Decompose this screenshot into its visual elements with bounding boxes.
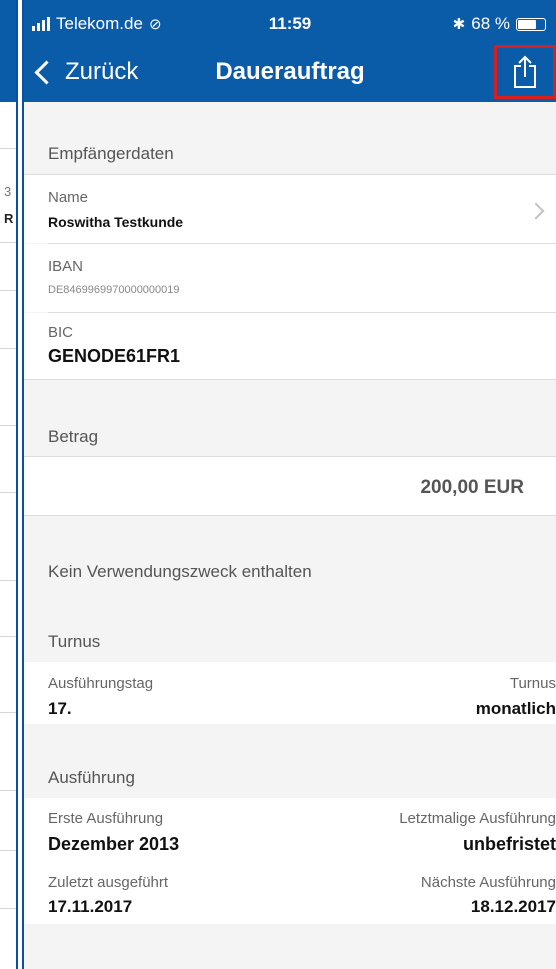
- background-divider: [0, 425, 16, 426]
- execution-details: Erste Ausführung Dezember 2013 Letztmali…: [24, 798, 556, 924]
- status-bar: Telekom.de ⊘ 11:59 ✱ 68 %: [24, 14, 556, 34]
- execution-day-label: Ausführungstag: [48, 675, 154, 692]
- background-row-text: R: [4, 211, 14, 226]
- recipient-name-row[interactable]: Name Roswitha Testkunde: [24, 175, 556, 243]
- amount-value: 200,00 EUR: [420, 477, 524, 498]
- bic-value: GENODE61FR1: [48, 346, 181, 366]
- background-screen: 3 R: [0, 0, 18, 969]
- content-area: Empfängerdaten Name Roswitha Testkunde I…: [24, 102, 556, 969]
- status-right: ✱ 68 %: [453, 14, 546, 34]
- section-header-amount: Betrag: [48, 427, 99, 446]
- name-label: Name: [48, 189, 89, 206]
- bic-row: BIC GENODE61FR1: [24, 313, 556, 379]
- navigation-bar: Zurück Dauerauftrag: [24, 45, 556, 99]
- turnus-label: Turnus: [509, 675, 556, 692]
- last-execution-label: Letztmalige Ausführung: [399, 810, 556, 827]
- chevron-right-icon: [527, 202, 545, 220]
- divider: [24, 379, 556, 380]
- share-icon: [514, 55, 536, 88]
- background-divider: [0, 790, 16, 791]
- iban-label: IBAN: [48, 258, 84, 275]
- background-divider: [0, 636, 16, 637]
- divider: [24, 515, 556, 516]
- bic-label: BIC: [48, 324, 74, 341]
- last-execution-value: unbefristet: [462, 834, 556, 854]
- first-execution-label: Erste Ausführung: [48, 810, 164, 827]
- turnus-row: Ausführungstag 17. Turnus monatlich: [24, 662, 556, 724]
- turnus-value: monatlich: [475, 699, 556, 718]
- bluetooth-icon: ✱: [452, 16, 466, 33]
- background-divider: [0, 348, 16, 349]
- latest-execution-value: 17.11.2017: [48, 897, 133, 916]
- battery-percent: 68 %: [471, 14, 510, 33]
- background-divider: [0, 492, 16, 493]
- background-divider: [0, 712, 16, 713]
- iban-row: IBAN DE8469969970000000019: [24, 244, 556, 312]
- share-button[interactable]: [494, 45, 556, 99]
- next-execution-value: 18.12.2017: [470, 897, 556, 916]
- background-divider: [0, 908, 16, 909]
- battery-icon: [516, 17, 546, 31]
- first-execution-value: Dezember 2013: [48, 834, 180, 854]
- background-divider: [0, 290, 16, 291]
- background-nav-bar: [0, 0, 16, 102]
- background-divider: [0, 148, 16, 149]
- amount-row: 200,00 EUR: [24, 457, 556, 515]
- background-row-text: 3: [4, 184, 12, 199]
- section-header-turnus: Turnus: [48, 632, 101, 651]
- background-divider: [0, 850, 16, 851]
- purpose-text: Kein Verwendungszweck enthalten: [48, 562, 312, 581]
- background-divider: [0, 242, 16, 243]
- standing-order-screen: Telekom.de ⊘ 11:59 ✱ 68 % Zurück Dauerau…: [22, 0, 556, 969]
- background-divider: [0, 580, 16, 581]
- top-bar: Telekom.de ⊘ 11:59 ✱ 68 % Zurück Dauerau…: [24, 0, 556, 102]
- iban-value: DE8469969970000000019: [48, 284, 180, 296]
- name-value: Roswitha Testkunde: [48, 214, 184, 230]
- page-title: Dauerauftrag: [215, 58, 365, 85]
- execution-day-value: 17.: [48, 699, 72, 718]
- section-header-execution: Ausführung: [48, 768, 135, 787]
- latest-execution-label: Zuletzt ausgeführt: [48, 874, 169, 891]
- section-header-recipient: Empfängerdaten: [48, 144, 174, 163]
- next-execution-label: Nächste Ausführung: [420, 874, 556, 891]
